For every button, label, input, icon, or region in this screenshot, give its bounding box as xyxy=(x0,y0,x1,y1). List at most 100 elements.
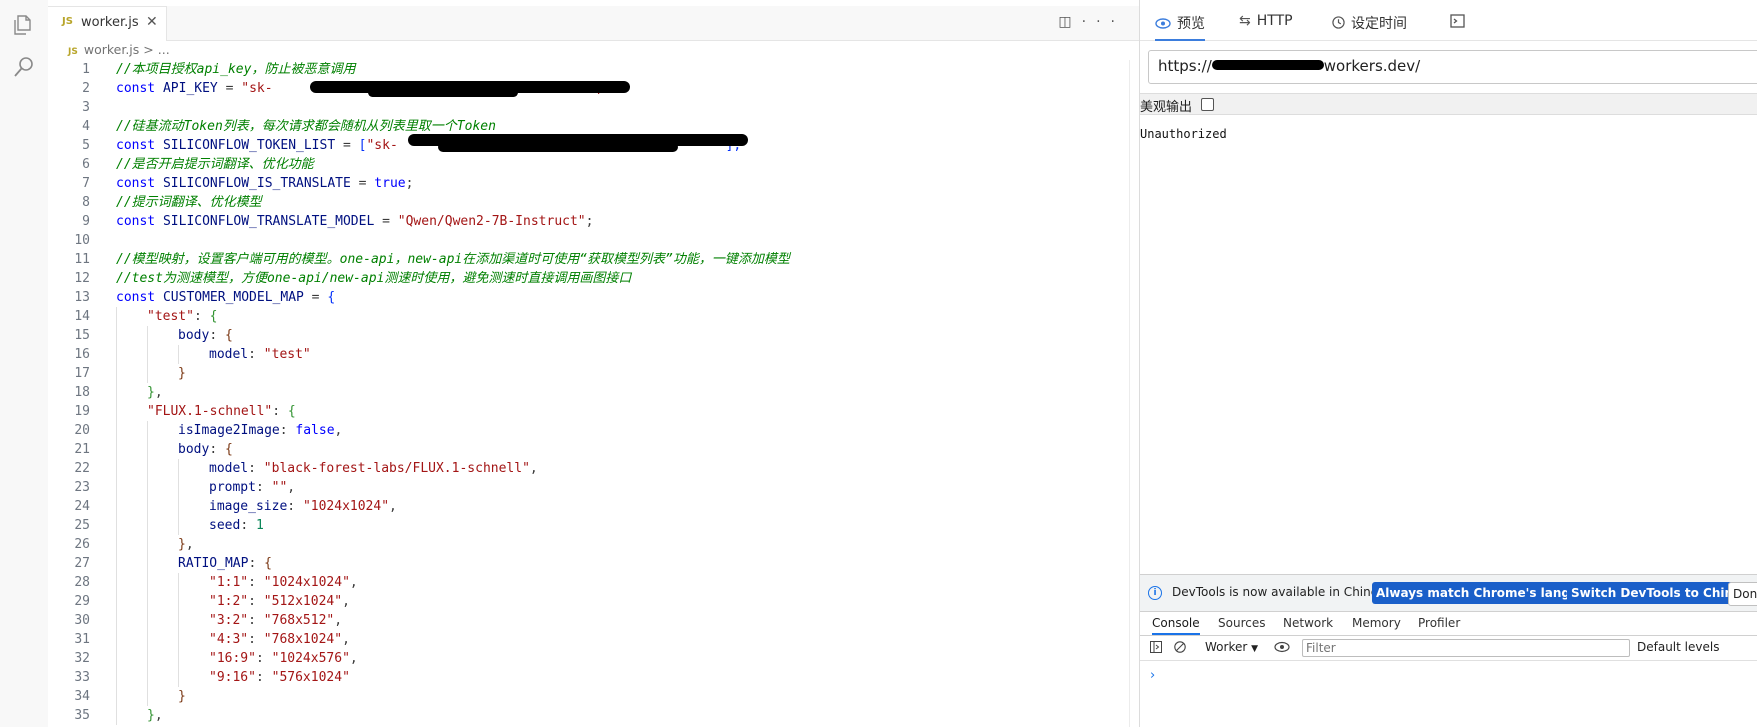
line-number: 10 xyxy=(74,233,90,248)
line-number: 11 xyxy=(74,252,90,267)
tab-label: worker.js xyxy=(81,15,139,30)
code-line: 10 xyxy=(48,231,1108,250)
code-line: 23 prompt: "", xyxy=(48,478,1108,497)
tab-sources[interactable]: Sources xyxy=(1218,616,1265,630)
line-number: 25 xyxy=(74,518,90,533)
line-number: 18 xyxy=(74,385,90,400)
code-line: 7 const SILICONFLOW_IS_TRANSLATE = true; xyxy=(48,174,1108,193)
code-line: 30 "3:2": "768x512", xyxy=(48,611,1108,630)
code-line: 6//是否开启提示词翻译、优化功能 xyxy=(48,155,1108,174)
code-area[interactable]: 1//本项目授权api_key，防止被恶意调用 2 const API_KEY =… xyxy=(48,60,1108,727)
explorer-icon[interactable] xyxy=(12,13,36,37)
editor-actions: ◫··· xyxy=(1058,14,1125,30)
line-number: 13 xyxy=(74,290,90,305)
code-line: 3 xyxy=(48,98,1108,117)
log-levels-dropdown[interactable]: Default levels xyxy=(1637,640,1719,654)
line-number: 33 xyxy=(74,670,90,685)
code-line: 33 "9:16": "576x1024" xyxy=(48,668,1108,687)
devtools-infobar: i DevTools is now available in Chinese! … xyxy=(1140,575,1757,612)
line-number: 20 xyxy=(74,423,90,438)
line-number: 35 xyxy=(74,708,90,723)
code-line: 27 RATIO_MAP: { xyxy=(48,554,1108,573)
code-line: 18}, xyxy=(48,383,1108,402)
code-line: 5const SILICONFLOW_TOKEN_LIST = ["sk-"]; xyxy=(48,134,1108,155)
line-number: 2 xyxy=(82,81,90,96)
tab-http[interactable]: ⇆ HTTP xyxy=(1239,13,1293,29)
chevron-down-icon: ▼ xyxy=(1251,644,1259,654)
line-number: 4 xyxy=(82,119,90,134)
devtools: i DevTools is now available in Chinese! … xyxy=(1140,574,1757,728)
clock-icon xyxy=(1332,16,1345,29)
line-number: 28 xyxy=(74,575,90,590)
line-number: 14 xyxy=(74,309,90,324)
js-file-icon: JS xyxy=(62,16,73,27)
code-line: 20 isImage2Image: false, xyxy=(48,421,1108,440)
line-number: 6 xyxy=(82,157,90,172)
preview-tab-bar: 预览 ⇆ HTTP 设定时间 xyxy=(1140,6,1757,41)
line-number: 29 xyxy=(74,594,90,609)
url-input[interactable]: https://workers.dev/ xyxy=(1148,50,1757,84)
code-line: 25 seed: 1 xyxy=(48,516,1108,535)
console-toolbar: Worker ▼ Filter Default levels xyxy=(1140,636,1757,661)
clear-console-icon[interactable] xyxy=(1174,641,1186,653)
line-number: 32 xyxy=(74,651,90,666)
info-icon: i xyxy=(1148,586,1162,600)
tab-profiler[interactable]: Profiler xyxy=(1418,616,1460,630)
sidebar-toggle-icon[interactable] xyxy=(1150,641,1162,653)
breadcrumb-rest[interactable]: ... xyxy=(158,42,170,57)
editor-tab-bar: JS worker.js ✕ ◫··· xyxy=(48,6,1139,41)
code-line: 15 body: { xyxy=(48,326,1108,345)
redaction-mark xyxy=(368,88,518,97)
redaction-mark xyxy=(438,142,678,152)
console-filter-input[interactable]: Filter xyxy=(1302,639,1630,657)
line-number: 21 xyxy=(74,442,90,457)
line-number: 19 xyxy=(74,404,90,419)
tab-terminal[interactable] xyxy=(1450,14,1465,32)
pretty-output-checkbox[interactable] xyxy=(1201,98,1214,111)
line-number: 31 xyxy=(74,632,90,647)
line-number: 26 xyxy=(74,537,90,552)
breadcrumb[interactable]: JS worker.js > ... xyxy=(68,42,170,60)
tab-set-time[interactable]: 设定时间 xyxy=(1332,13,1407,33)
close-icon[interactable]: ✕ xyxy=(146,14,158,30)
pretty-output-label: 美观输出 xyxy=(1140,100,1193,115)
code-line: 13 const CUSTOMER_MODEL_MAP = { xyxy=(48,288,1108,307)
line-number: 5 xyxy=(82,138,90,153)
code-line: 34} xyxy=(48,687,1108,706)
code-line: 22 model: "black-forest-labs/FLUX.1-schne… xyxy=(48,459,1108,478)
infobar-text: DevTools is now available in Chinese! xyxy=(1172,585,1397,599)
tab-console[interactable]: Console xyxy=(1152,616,1200,635)
line-number: 23 xyxy=(74,480,90,495)
code-line: 26}, xyxy=(48,535,1108,554)
more-actions-icon[interactable]: ··· xyxy=(1082,14,1125,30)
breadcrumb-file[interactable]: worker.js xyxy=(84,42,139,57)
dont-show-button[interactable]: Don't xyxy=(1728,582,1757,606)
line-number: 15 xyxy=(74,328,90,343)
line-number: 24 xyxy=(74,499,90,514)
line-number: 16 xyxy=(74,347,90,362)
line-number: 12 xyxy=(74,271,90,286)
code-line: 29 "1:2": "512x1024", xyxy=(48,592,1108,611)
activity-bar xyxy=(0,0,49,727)
code-line: 35}, xyxy=(48,706,1108,725)
line-number: 3 xyxy=(82,100,90,115)
line-number: 7 xyxy=(82,176,90,191)
line-number: 27 xyxy=(74,556,90,571)
eye-icon[interactable] xyxy=(1274,641,1290,653)
code-editor: JS worker.js ✕ ◫··· JS worker.js > ... 1/… xyxy=(48,0,1139,727)
split-editor-icon[interactable]: ◫ xyxy=(1058,14,1081,30)
js-file-icon: JS xyxy=(68,47,78,57)
code-line: 11//模型映射，设置客户端可用的模型。one-api，new-api在添加渠道… xyxy=(48,250,1108,269)
console-prompt[interactable]: › xyxy=(1150,668,1155,683)
code-line: 9 const SILICONFLOW_TRANSLATE_MODEL = "Qw… xyxy=(48,212,1108,231)
tab-preview[interactable]: 预览 xyxy=(1155,13,1205,41)
devtools-tabs: Console Sources Network Memory Profiler xyxy=(1140,611,1757,636)
line-number: 30 xyxy=(74,613,90,628)
line-number: 34 xyxy=(74,689,90,704)
context-selector[interactable]: Worker ▼ xyxy=(1205,640,1258,654)
search-icon[interactable] xyxy=(12,55,36,79)
tab-network[interactable]: Network xyxy=(1283,616,1333,630)
tab-memory[interactable]: Memory xyxy=(1352,616,1401,630)
code-line: 28 "1:1": "1024x1024", xyxy=(48,573,1108,592)
tab-worker-js[interactable]: JS worker.js ✕ xyxy=(48,6,167,41)
